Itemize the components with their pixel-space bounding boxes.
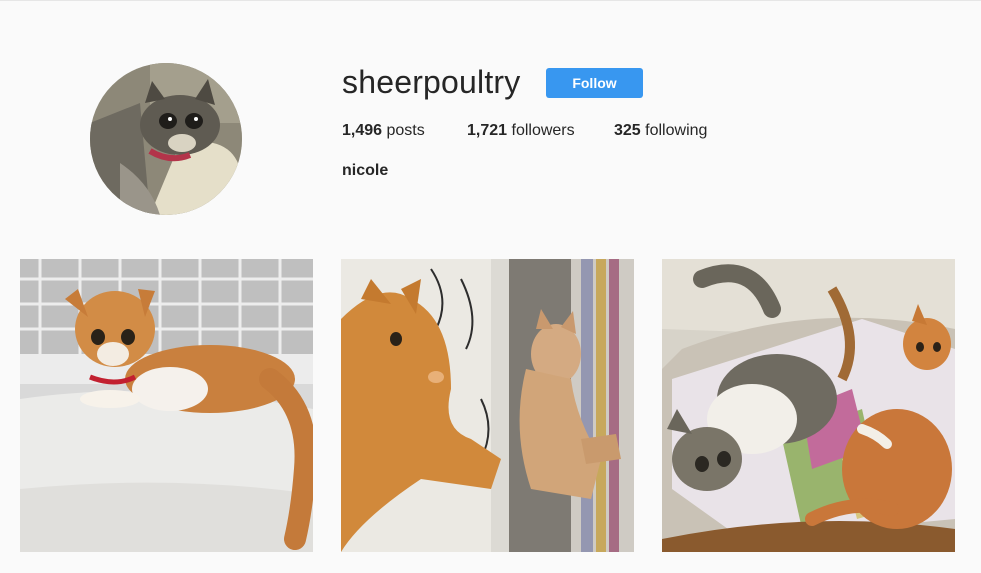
following-count: 325 [614, 122, 641, 139]
post-tile-1[interactable] [20, 259, 313, 552]
top-divider [0, 0, 981, 1]
followers-stat[interactable]: 1,721 followers [467, 122, 575, 140]
followers-count: 1,721 [467, 122, 508, 139]
profile-username: sheerpoultry [342, 64, 521, 100]
profile-full-name: nicole [342, 162, 389, 179]
posts-label: posts [386, 122, 425, 139]
post-image-ginger-cat [20, 259, 313, 552]
posts-count: 1,496 [342, 122, 383, 139]
post-tile-2[interactable] [341, 259, 634, 552]
posts-stat[interactable]: 1,496 posts [342, 122, 425, 140]
follow-button[interactable]: Follow [546, 68, 643, 98]
following-label: following [645, 122, 708, 139]
avatar-cat-image [90, 63, 242, 215]
post-tile-3[interactable] [662, 259, 955, 552]
following-stat[interactable]: 325 following [614, 122, 707, 140]
profile-avatar[interactable] [90, 63, 242, 215]
followers-label: followers [511, 122, 575, 139]
post-image-cats-at-window [341, 259, 634, 552]
post-image-two-cats-playing [662, 259, 955, 552]
